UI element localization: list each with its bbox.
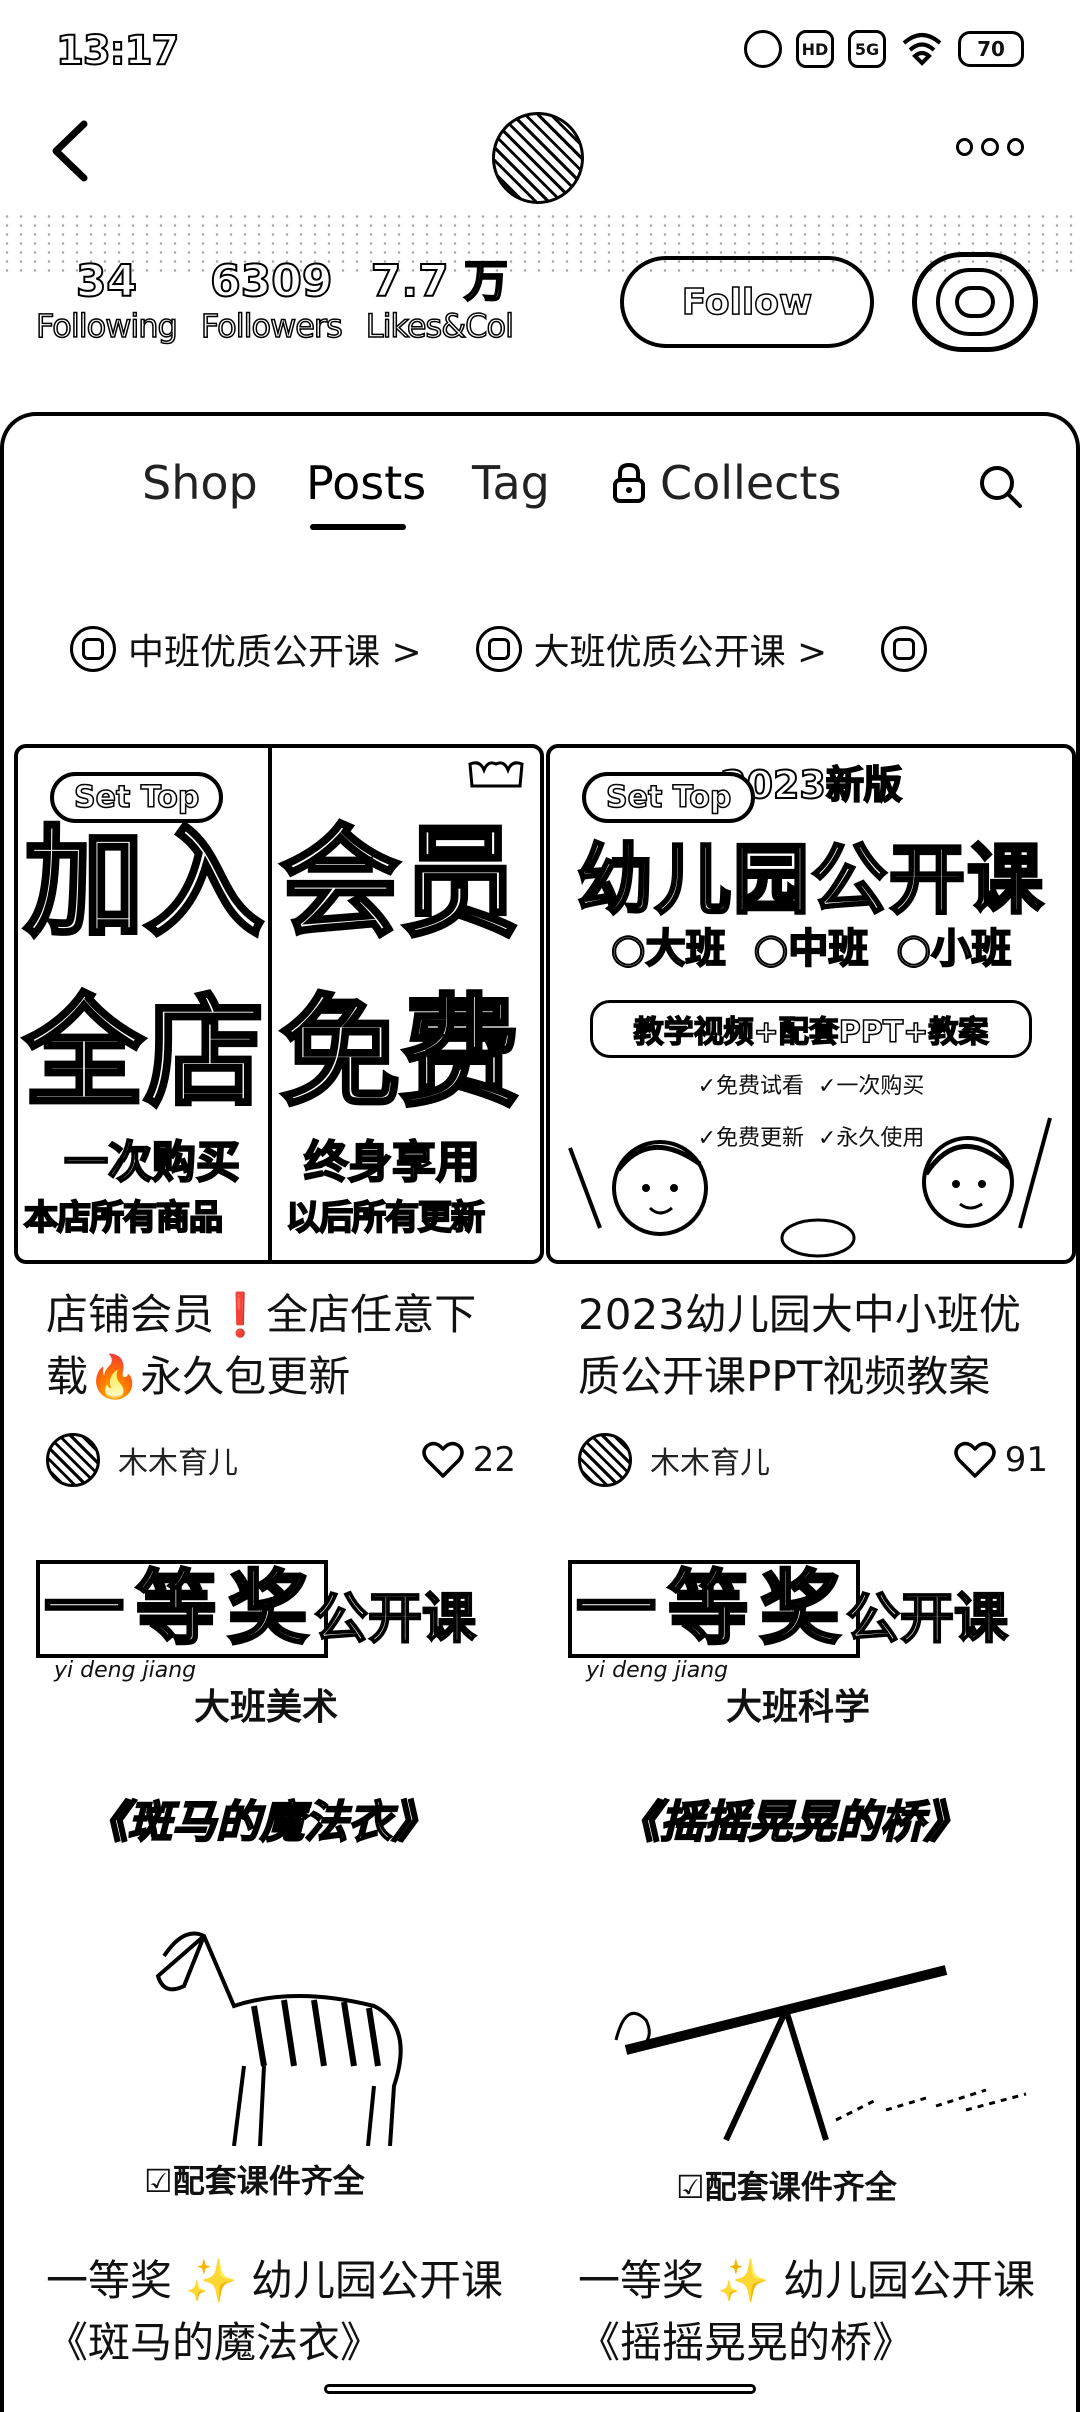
award-boxes: 一等奖 [568, 1560, 860, 1658]
post-title[interactable]: 一等奖 ✨ 幼儿园公开课《斑马的魔法衣》 [46, 2250, 516, 2374]
profile-nav-bar [0, 100, 1080, 204]
stat-followers[interactable]: 6309 Followers [200, 256, 343, 346]
profile-stats: 34 Following 6309 Followers 7.7 万 Likes&… [35, 256, 515, 346]
cover-headline: 会员 [278, 812, 522, 955]
post-title[interactable]: 店铺会员❗全店任意下载🔥永久包更新 [46, 1284, 516, 1408]
cover-lesson: 《摇摇晃晃的桥》 [615, 1796, 969, 1849]
cover-headline: 全店 [22, 982, 266, 1125]
collection-label: 大班优质公开课 > [533, 632, 828, 673]
status-bar: 13:17 HD 5G 70 [0, 0, 1080, 100]
wifi-icon [902, 33, 942, 66]
award-pinyin: yi deng jiang [586, 1658, 729, 1683]
profile-avatar[interactable] [492, 112, 584, 204]
active-tab-indicator [310, 524, 406, 530]
post-cover[interactable]: 一等奖 yi deng jiang 公开课 大班科学 《摇摇晃晃的桥》 ☑配套课… [546, 1540, 1076, 2220]
kids-illustration [568, 1117, 1052, 1258]
cover-footer: 以后所有更新 [285, 1197, 486, 1239]
cover-kind: 公开课 [313, 1586, 477, 1651]
tab-posts[interactable]: Posts [306, 456, 426, 510]
like-count: 22 [472, 1440, 516, 1480]
post-author[interactable]: 木木育儿 22 [46, 1430, 516, 1490]
author-name: 木木育儿 [650, 1446, 770, 1481]
hd-icon: HD [796, 30, 834, 68]
tab-tag[interactable]: Tag [472, 456, 550, 510]
set-top-badge: Set Top [582, 772, 756, 823]
collection-chip[interactable]: 中班优质公开课 > [70, 614, 422, 684]
heart-icon [421, 1441, 464, 1478]
collection-icon [475, 626, 522, 672]
post-author[interactable]: 木木育儿 91 [578, 1430, 1048, 1490]
cover-headline: 加入 [22, 812, 266, 955]
like-button[interactable]: 22 [421, 1440, 516, 1480]
status-time: 13:17 [55, 27, 180, 75]
stat-label: Followers [200, 306, 343, 346]
award-title: 一等奖 [36, 1560, 328, 1658]
award-title: 一等奖 [568, 1560, 860, 1658]
zebra-illustration [155, 1931, 403, 2146]
tab-collects-label: Collects [660, 456, 842, 510]
collection-chip[interactable] [881, 614, 928, 684]
seesaw-illustration [614, 1965, 1027, 2142]
profile-tabs: Shop Posts Tag Collects [0, 450, 1080, 540]
post-title[interactable]: 2023幼儿园大中小班优质公开课PPT视频教案 [578, 1284, 1048, 1408]
cover-subtext: 一次购买 [63, 1136, 241, 1189]
collection-icon [881, 626, 928, 672]
collection-chip[interactable]: 大班优质公开课 > [475, 614, 828, 684]
status-icons: HD 5G 70 [744, 30, 1024, 68]
collection-icon [70, 626, 116, 672]
like-button[interactable]: 91 [953, 1440, 1048, 1480]
back-icon[interactable] [42, 116, 102, 186]
cover-subject: 大班科学 [726, 1687, 871, 1728]
author-avatar [46, 1433, 100, 1487]
collections-row: 中班优质公开课 > 大班优质公开课 > [70, 614, 1080, 684]
search-icon[interactable] [976, 462, 1024, 510]
battery-icon: 70 [958, 31, 1024, 67]
cover-kind: 公开课 [845, 1586, 1009, 1651]
signal-icon: 5G [848, 30, 886, 68]
alarm-icon [744, 30, 782, 68]
more-options-icon[interactable] [956, 138, 1024, 162]
cover-headline: 幼儿园公开课 [576, 834, 1045, 926]
home-indicator[interactable] [324, 2384, 756, 2394]
collection-label: 中班优质公开课 > [128, 632, 422, 673]
cover-footer: ☑配套课件齐全 [676, 2168, 897, 2206]
cover-footer: ☑配套课件齐全 [144, 2162, 365, 2200]
cover-banner: 教学视频+配套PPT+教案 [590, 1000, 1032, 1058]
heart-icon [953, 1441, 996, 1478]
stat-number: 7.7 万 [370, 256, 509, 307]
author-name: 木木育儿 [118, 1446, 238, 1481]
tab-collects[interactable]: Collects [612, 456, 841, 510]
stat-number: 34 [75, 256, 138, 307]
set-top-badge: Set Top [50, 772, 224, 823]
like-count: 91 [1004, 1440, 1048, 1480]
award-pinyin: yi deng jiang [54, 1658, 197, 1683]
author-avatar [578, 1433, 632, 1487]
stat-label: Likes&Col [365, 306, 515, 346]
tab-shop[interactable]: Shop [142, 456, 258, 510]
cover-subtext: 终身享用 [303, 1136, 481, 1189]
cover-grades: ○大班 ○中班 ○小班 [610, 925, 1012, 973]
shop-logo-icon [468, 761, 524, 788]
stat-following[interactable]: 34 Following [35, 256, 178, 346]
post-title[interactable]: 一等奖 ✨ 幼儿园公开课《摇摇晃晃的桥》 [578, 2250, 1048, 2374]
cover-footer: 本店所有商品 [23, 1197, 224, 1239]
lock-icon [613, 462, 645, 503]
chat-icon [936, 268, 1014, 336]
cover-subject: 大班美术 [194, 1687, 339, 1728]
cover-headline: 免费 [278, 982, 522, 1125]
post-cover[interactable]: 一等奖 yi deng jiang 公开课 大班美术 《斑马的魔法衣》 ☑配套课… [14, 1540, 544, 2220]
award-boxes: 一等奖 [36, 1560, 328, 1658]
stat-likes[interactable]: 7.7 万 Likes&Col [365, 256, 515, 346]
message-button[interactable] [912, 252, 1038, 352]
stat-label: Following [35, 306, 178, 346]
follow-button[interactable]: Follow [620, 256, 874, 348]
cover-lesson: 《斑马的魔法衣》 [83, 1796, 437, 1849]
stat-number: 6309 [209, 256, 333, 307]
